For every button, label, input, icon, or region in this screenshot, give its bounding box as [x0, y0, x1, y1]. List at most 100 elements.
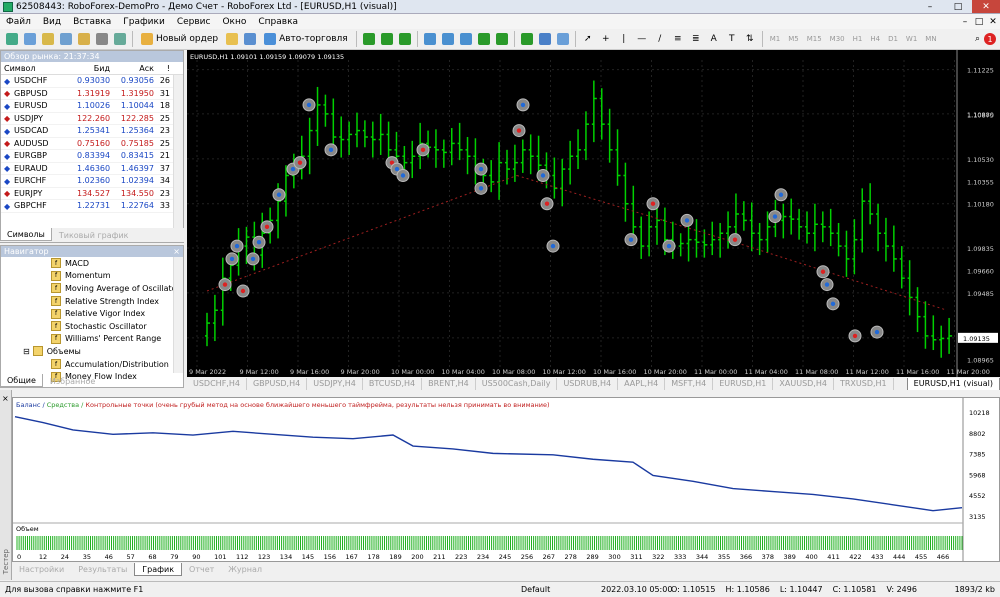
tab-graph[interactable]: График [134, 563, 183, 576]
line-chart-button[interactable] [397, 31, 413, 47]
chart-tab[interactable]: AAPL,H4 [618, 378, 666, 390]
tab-symbols[interactable]: Символы [0, 228, 52, 241]
tab-journal[interactable]: Журнал [221, 563, 269, 576]
market-watch-row[interactable]: ◆ EURAUD 1.46360 1.46397 37 [1, 163, 183, 175]
timeframe-m15[interactable]: M15 [804, 35, 825, 43]
chart-tab[interactable]: GBPUSD,H4 [247, 378, 308, 390]
bar-chart-button[interactable] [361, 31, 377, 47]
cursor-button[interactable]: ➚ [580, 31, 596, 47]
navigator-item[interactable]: f Accumulation/Distribution [1, 358, 183, 371]
tester-button[interactable] [112, 31, 128, 47]
minimize-button[interactable]: – [916, 0, 944, 13]
chart-tab[interactable]: EURUSD,H1 (visual) [906, 378, 1000, 390]
timeframe-m5[interactable]: M5 [785, 35, 802, 43]
autotrade-button[interactable]: Авто-торговля [260, 31, 352, 47]
tab-tick-chart[interactable]: Тиковый график [52, 228, 136, 241]
menu-help[interactable]: Справка [252, 17, 304, 27]
new-chart-button[interactable] [4, 31, 20, 47]
navigator-item[interactable]: f Williams' Percent Range [51, 333, 183, 346]
horizontal-line-button[interactable]: — [634, 31, 650, 47]
profiles-button[interactable] [22, 31, 38, 47]
menu-tools[interactable]: Сервис [171, 17, 217, 27]
candlestick-button[interactable] [379, 31, 395, 47]
chart-tab[interactable]: XAUUSD,H4 [773, 378, 834, 390]
autoscroll-button[interactable] [476, 31, 492, 47]
tester-close-icon[interactable]: × [2, 394, 9, 403]
notifications-icon[interactable]: 1 [984, 33, 996, 45]
tab-common[interactable]: Общие [0, 374, 43, 387]
market-watch-row[interactable]: ◆ USDCHF 0.93030 0.93056 26 [1, 75, 183, 88]
navigator-scrollbar[interactable] [173, 257, 183, 373]
market-watch-button[interactable] [40, 31, 56, 47]
chart-shift-button[interactable] [494, 31, 510, 47]
tab-results[interactable]: Результаты [71, 563, 134, 576]
channel-button[interactable]: ≡ [670, 31, 686, 47]
navigator-item[interactable]: f Relative Strength Index [51, 295, 183, 308]
menu-window[interactable]: Окно [216, 17, 252, 27]
navigator-item[interactable]: f Momentum [51, 270, 183, 283]
search-icon[interactable]: ⌕ [975, 34, 980, 44]
tab-settings[interactable]: Настройки [12, 563, 71, 576]
market-watch-row[interactable]: ◆ EURUSD 1.10026 1.10044 18 [1, 100, 183, 113]
column-spread[interactable]: ! [154, 64, 170, 73]
timeframe-h1[interactable]: H1 [850, 35, 866, 43]
zoom-out-button[interactable] [440, 31, 456, 47]
mdi-minimize-button[interactable]: – [958, 17, 972, 27]
market-watch-row[interactable]: ◆ GBPCHF 1.22731 1.22764 33 [1, 200, 183, 213]
chart-tab[interactable]: USDRUB,H4 [557, 378, 619, 390]
navigator-folder-volumes[interactable]: ⊟ Объемы [1, 345, 183, 358]
timeframe-m30[interactable]: M30 [827, 35, 848, 43]
text-button[interactable]: A [706, 31, 722, 47]
timeframe-w1[interactable]: W1 [903, 35, 920, 43]
price-chart-svg[interactable]: 1.112251.108801.105301.101801.098351.094… [187, 50, 1000, 377]
menu-insert[interactable]: Вставка [67, 17, 117, 27]
terminal-button[interactable] [94, 31, 110, 47]
arrows-button[interactable]: ⇅ [742, 31, 758, 47]
timeframe-h4[interactable]: H4 [867, 35, 883, 43]
data-window-button[interactable] [58, 31, 74, 47]
maximize-button[interactable]: □ [944, 0, 972, 13]
market-watch-row[interactable]: ◆ AUDUSD 0.75160 0.75185 25 [1, 138, 183, 150]
market-watch-row[interactable]: ◆ USDCAD 1.25341 1.25364 23 [1, 125, 183, 138]
periods-button[interactable] [537, 31, 553, 47]
market-watch-scrollbar[interactable] [173, 75, 183, 228]
crosshair-button[interactable]: + [598, 31, 614, 47]
chart-tab[interactable]: EURUSD,H1 [713, 378, 774, 390]
market-watch-row[interactable]: ◆ GBPUSD 1.31919 1.31950 31 [1, 88, 183, 100]
chart-tab[interactable]: TRXUSD,H1 [834, 378, 894, 390]
navigator-item[interactable]: f Moving Average of Oscillator [51, 282, 183, 295]
chart-tab[interactable]: USDJPY,H4 [307, 378, 363, 390]
chart-tab[interactable]: BRENT,H4 [422, 378, 476, 390]
market-watch-row[interactable]: ◆ USDJPY 122.260 122.285 25 [1, 113, 183, 125]
tab-report[interactable]: Отчет [182, 563, 221, 576]
trendline-button[interactable]: / [652, 31, 668, 47]
vertical-line-button[interactable]: | [616, 31, 632, 47]
navigator-item[interactable]: f Stochastic Oscillator [51, 320, 183, 333]
tile-windows-button[interactable] [458, 31, 474, 47]
chart-tab[interactable]: USDCHF,H4 [187, 378, 247, 390]
templates-button[interactable] [555, 31, 571, 47]
signals-button[interactable] [242, 31, 258, 47]
indicators-button[interactable] [519, 31, 535, 47]
chart-tab[interactable]: MSFT,H4 [665, 378, 714, 390]
tab-favorites[interactable]: Избранное [43, 374, 102, 387]
timeframe-d1[interactable]: D1 [885, 35, 901, 43]
navigator-close-icon[interactable]: × [173, 246, 183, 257]
chart-tab[interactable]: US500Cash,Daily [476, 378, 558, 390]
label-button[interactable]: T [724, 31, 740, 47]
menu-charts[interactable]: Графики [117, 17, 171, 27]
menu-file[interactable]: Файл [0, 17, 37, 27]
navigator-item[interactable]: f Relative Vigor Index [51, 307, 183, 320]
timeframe-m1[interactable]: M1 [767, 35, 784, 43]
market-watch-row[interactable]: ◆ EURGBP 0.83394 0.83415 21 [1, 150, 183, 163]
new-order-button[interactable]: Новый ордер [137, 31, 222, 47]
mdi-close-button[interactable]: ✕ [986, 17, 1000, 27]
column-symbol[interactable]: Символ [1, 64, 77, 73]
menu-view[interactable]: Вид [37, 17, 67, 27]
mdi-restore-button[interactable]: □ [972, 17, 986, 27]
price-chart[interactable]: 1.11225 1.10880 1.10530 1.10180 1.09835 1.094… [187, 50, 1000, 377]
close-button[interactable]: ✕ [972, 0, 1000, 13]
metaeditor-button[interactable] [224, 31, 240, 47]
zoom-in-button[interactable] [422, 31, 438, 47]
navigator-button[interactable] [76, 31, 92, 47]
